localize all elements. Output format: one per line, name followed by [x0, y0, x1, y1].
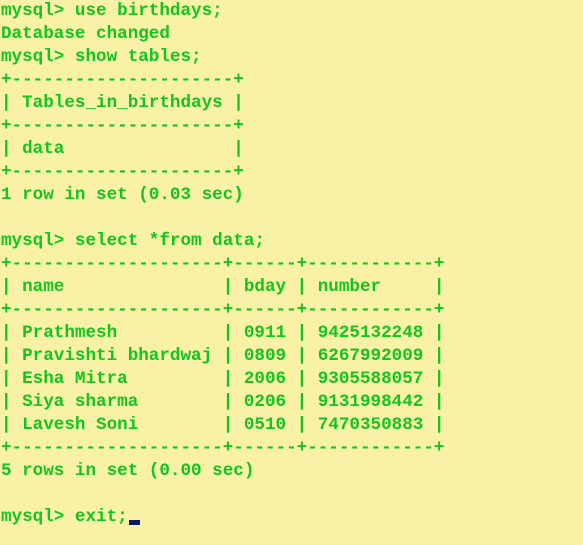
data-border-bottom: +--------------------+------+-----------… [1, 438, 445, 458]
prompt-line[interactable]: mysql> exit; [1, 506, 583, 529]
tables-row-count: 1 row in set (0.03 sec) [1, 185, 244, 205]
text-cursor [128, 520, 140, 525]
data-row-count: 5 rows in set (0.00 sec) [1, 461, 255, 481]
tables-border-mid: +---------------------+ [1, 116, 244, 136]
data-border-mid: +--------------------+------+-----------… [1, 300, 445, 320]
table-row: | Esha Mitra | 2006 | 9305588057 | [1, 369, 445, 389]
mysql-terminal[interactable]: mysql> use birthdays; Database changed m… [0, 0, 583, 545]
tables-border-top: +---------------------+ [1, 70, 244, 90]
table-row: | Lavesh Soni | 0510 | 7470350883 | [1, 415, 445, 435]
command-use-birthdays: mysql> use birthdays; [1, 1, 223, 21]
output-database-changed: Database changed [1, 24, 170, 44]
tables-row: | data | [1, 139, 244, 159]
table-row: | Prathmesh | 0911 | 9425132248 | [1, 323, 445, 343]
command-select-data: mysql> select *from data; [1, 231, 265, 251]
command-show-tables: mysql> show tables; [1, 47, 202, 67]
data-header-row: | name | bday | number | [1, 277, 445, 297]
tables-header-row: | Tables_in_birthdays | [1, 93, 244, 113]
table-row: | Pravishti bhardwaj | 0809 | 6267992009… [1, 346, 445, 366]
command-exit: mysql> exit; [1, 507, 128, 527]
data-border-top: +--------------------+------+-----------… [1, 254, 445, 274]
tables-border-bottom: +---------------------+ [1, 162, 244, 182]
table-row: | Siya sharma | 0206 | 9131998442 | [1, 392, 445, 412]
